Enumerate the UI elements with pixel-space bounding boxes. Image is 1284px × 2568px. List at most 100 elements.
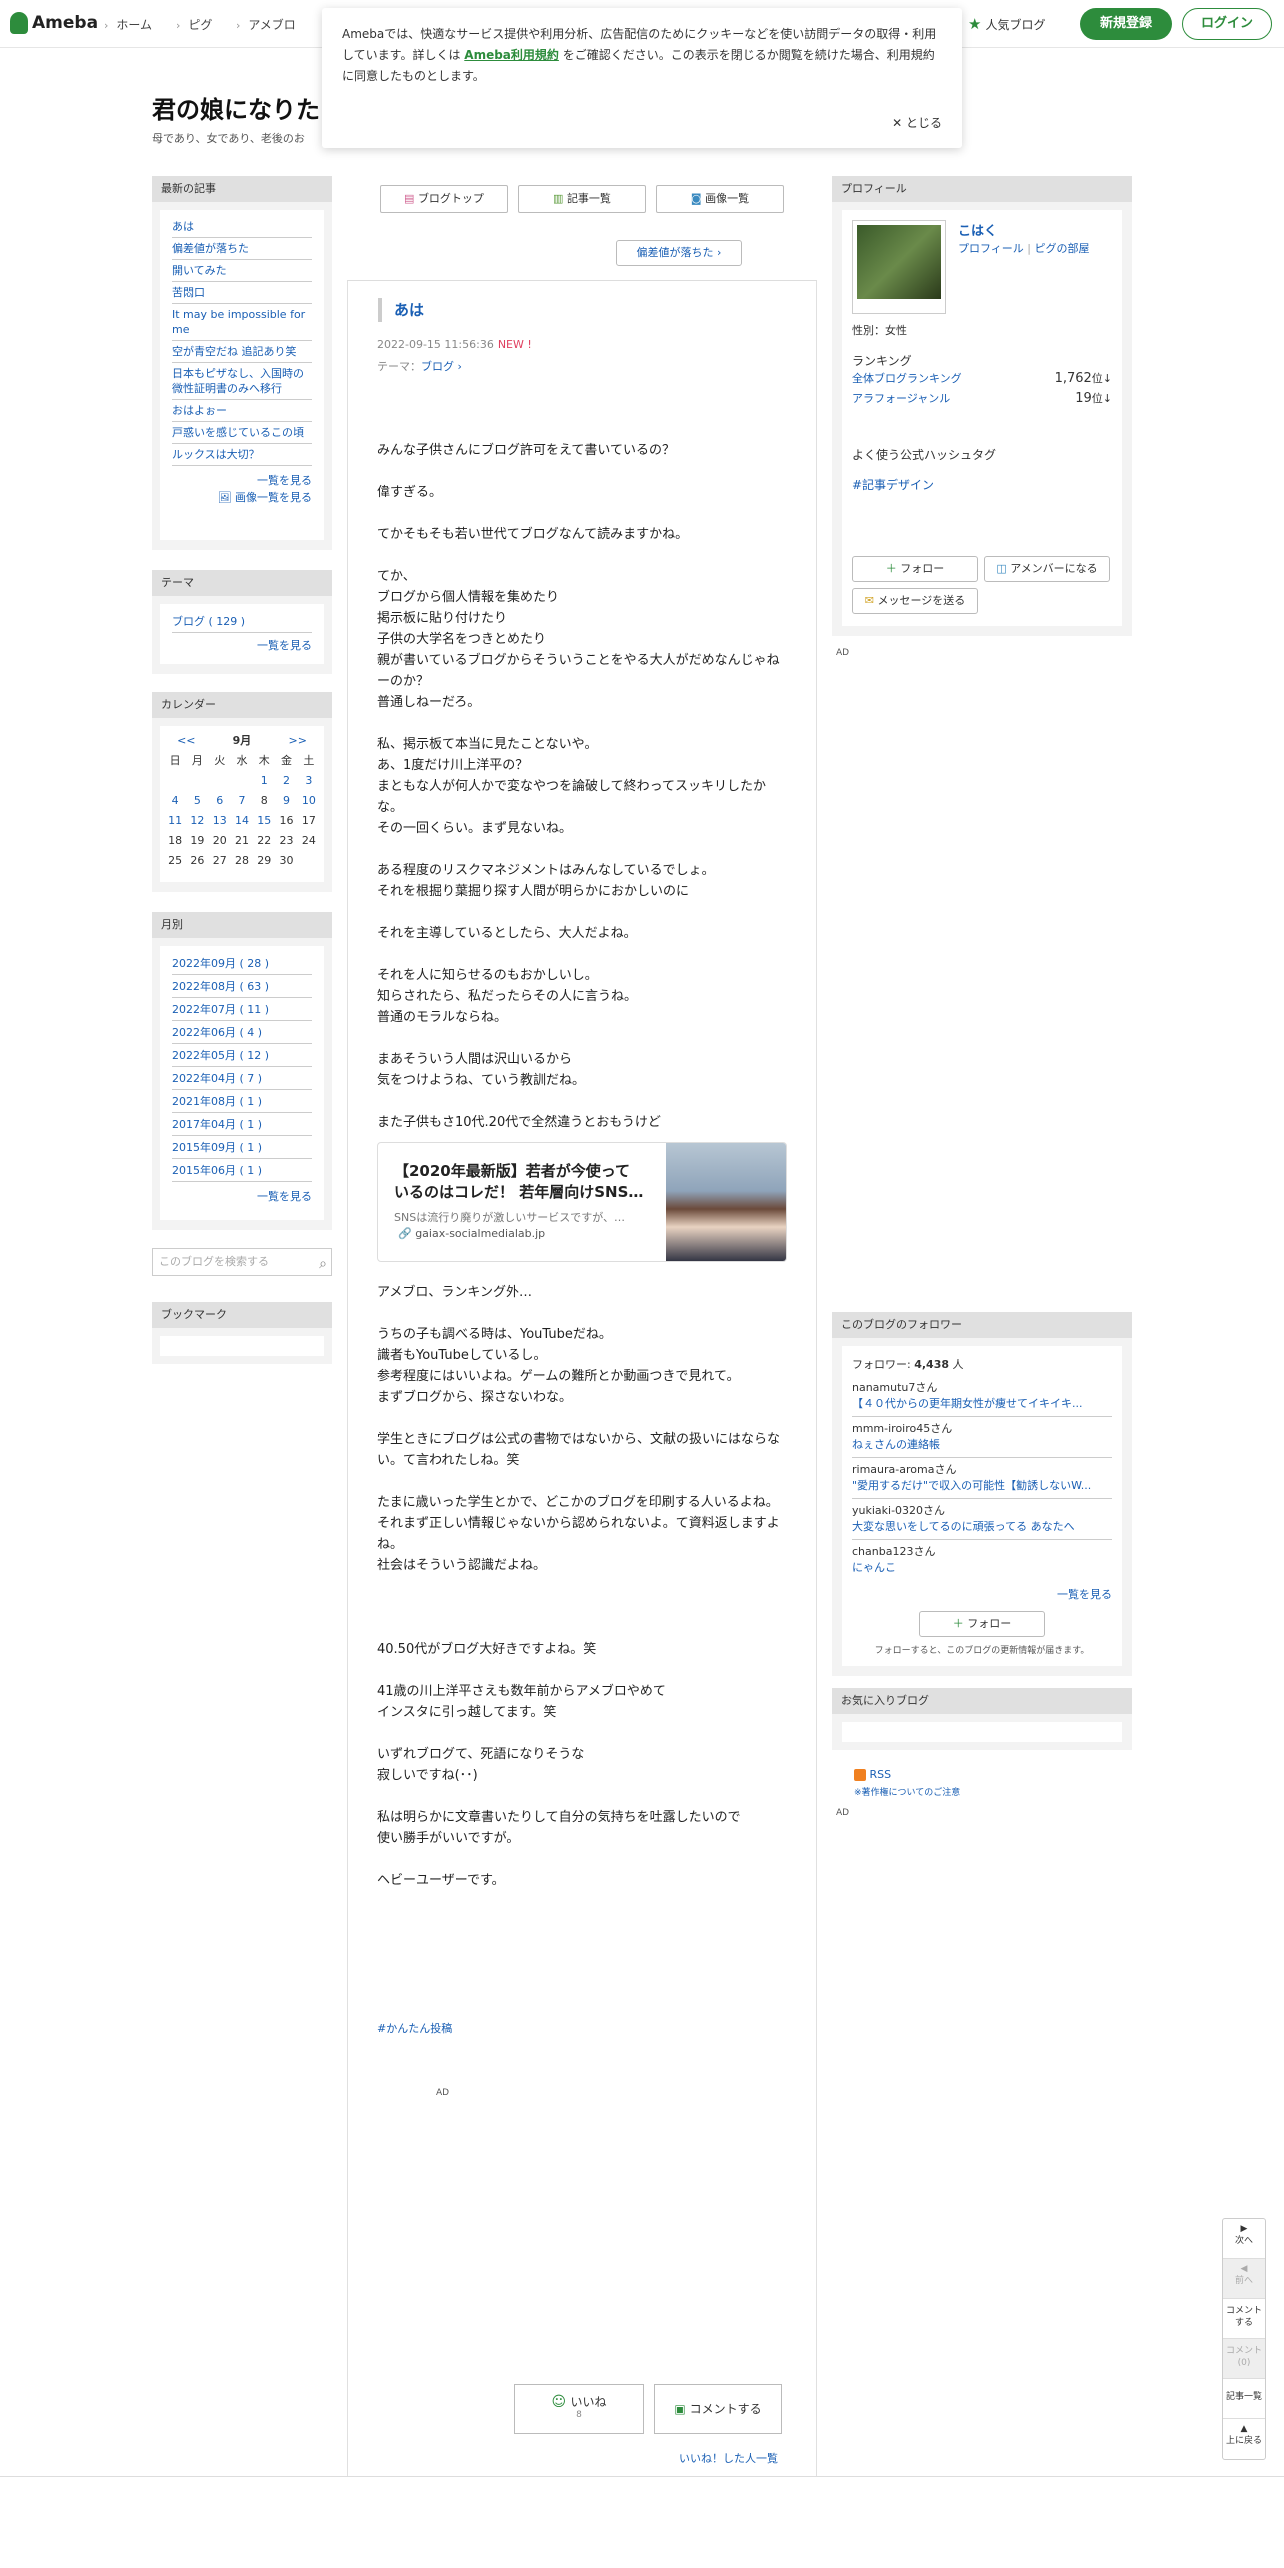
cookie-close-button[interactable]: ✕ とじる bbox=[892, 113, 942, 134]
entry-paragraph: たまに歳いった学生とかで、どこかのブログを印刷する人いるよね。 それまず正しい情報… bbox=[377, 1492, 787, 1576]
calendar-day[interactable]: 5 bbox=[186, 790, 208, 810]
month-link[interactable]: 2022年09月 ( 28 ) bbox=[172, 952, 312, 975]
terms-link[interactable]: Ameba利用規約 bbox=[464, 48, 559, 62]
calendar-day[interactable]: 4 bbox=[164, 790, 186, 810]
calendar-day[interactable]: 3 bbox=[298, 770, 320, 790]
calendar-day[interactable]: 7 bbox=[231, 790, 253, 810]
comments-button[interactable]: コメント(0) bbox=[1223, 2339, 1265, 2379]
month-link[interactable]: 2022年06月 ( 4 ) bbox=[172, 1021, 312, 1044]
month-link[interactable]: 2022年08月 ( 63 ) bbox=[172, 975, 312, 998]
follower-item[interactable]: yukiaki-0320さん 大変な思いをしてるのに頑張ってる あなたへ bbox=[852, 1499, 1112, 1540]
calendar-day[interactable]: 11 bbox=[164, 810, 186, 830]
images-more-link[interactable]: 🖼 画像一覧を見る bbox=[172, 489, 312, 506]
calendar-day[interactable]: 10 bbox=[298, 790, 320, 810]
article-list-button[interactable]: 記事一覧 bbox=[1223, 2379, 1265, 2419]
member-button[interactable]: ◫ アメンバーになる bbox=[984, 556, 1110, 582]
theme-link[interactable]: ブログ ( 129 ) bbox=[172, 610, 312, 633]
follow-button[interactable]: ＋ フォロー bbox=[852, 556, 978, 582]
theme-more-link[interactable]: 一覧を見る bbox=[172, 637, 312, 654]
blog-search-input[interactable]: このブログを検索する ⌕ bbox=[152, 1248, 332, 1276]
ameba-logo[interactable]: Ameba bbox=[10, 12, 98, 34]
nav-pigg[interactable]: › ピグ bbox=[176, 16, 212, 33]
follower-blog[interactable]: ねぇさんの連絡帳 bbox=[852, 1437, 1112, 1453]
month-link[interactable]: 2017年04月 ( 1 ) bbox=[172, 1113, 312, 1136]
article-link[interactable]: 苦悶口 bbox=[172, 282, 312, 304]
calendar-day[interactable]: 13 bbox=[209, 810, 231, 830]
follow-button-2[interactable]: ＋ フォロー bbox=[919, 1611, 1045, 1637]
avatar[interactable] bbox=[852, 220, 946, 314]
follower-blog[interactable]: 【４０代からの更年期女性が痩せてイキイキ... bbox=[852, 1396, 1112, 1412]
ad-label: AD bbox=[836, 648, 850, 658]
article-link[interactable]: 戸惑いを感じているこの頃 bbox=[172, 422, 312, 444]
calendar-day[interactable]: 14 bbox=[231, 810, 253, 830]
prev-article-button[interactable]: 偏差値が落ちた › bbox=[616, 240, 742, 266]
calendar-next-link[interactable]: >> bbox=[275, 730, 320, 750]
official-hashtag-link[interactable]: #記事デザイン bbox=[852, 476, 934, 493]
tab-article-list[interactable]: ▥ 記事一覧 bbox=[518, 185, 646, 213]
month-link[interactable]: 2022年07月 ( 11 ) bbox=[172, 998, 312, 1021]
prev-button[interactable]: ◀ 前へ bbox=[1223, 2259, 1265, 2299]
article-link[interactable]: 開いてみた bbox=[172, 260, 312, 282]
profile-name[interactable]: こはく bbox=[958, 220, 997, 239]
nav-home[interactable]: › ホーム bbox=[104, 16, 152, 33]
calendar-day[interactable]: 1 bbox=[253, 770, 275, 790]
message-button[interactable]: ✉ メッセージを送る bbox=[852, 588, 978, 614]
follower-item[interactable]: mmm-iroiro45さん ねぇさんの連絡帳 bbox=[852, 1417, 1112, 1458]
calendar-day[interactable]: 2 bbox=[275, 770, 297, 790]
rss-link[interactable]: RSS bbox=[854, 1768, 891, 1781]
month-link[interactable]: 2022年04月 ( 7 ) bbox=[172, 1067, 312, 1090]
register-button[interactable]: 新規登録 bbox=[1080, 8, 1172, 40]
list-icon: ▥ bbox=[553, 192, 567, 205]
link-card[interactable]: 【2020年最新版】若者が今使っているのはコレだ！ 若年層向けSNS… SNSは… bbox=[377, 1142, 787, 1262]
calendar-day: 8 bbox=[260, 793, 268, 807]
calendar-day[interactable]: 6 bbox=[209, 790, 231, 810]
calendar-day[interactable]: 9 bbox=[275, 790, 297, 810]
ranking-genre-link[interactable]: アラフォージャンル bbox=[852, 392, 950, 405]
theme-link[interactable]: ブログ bbox=[421, 360, 454, 373]
tab-blog-top[interactable]: ▤ ブログトップ bbox=[380, 185, 508, 213]
month-link[interactable]: 2022年05月 ( 12 ) bbox=[172, 1044, 312, 1067]
back-to-top-button[interactable]: ▲ 上に戻る bbox=[1223, 2419, 1265, 2459]
article-link[interactable]: あは bbox=[172, 216, 312, 238]
like-button[interactable]: ☺ いいね 8 bbox=[514, 2384, 644, 2434]
blog-title[interactable]: 君の娘になりた bbox=[152, 90, 320, 125]
tab-image-list[interactable]: ◙ 画像一覧 bbox=[656, 185, 784, 213]
month-link[interactable]: 2021年08月 ( 1 ) bbox=[172, 1090, 312, 1113]
profile-link[interactable]: プロフィール bbox=[958, 242, 1024, 255]
article-link[interactable]: ルックスは大切？ bbox=[172, 444, 312, 466]
nav-ameblo[interactable]: › アメブロ bbox=[236, 16, 296, 33]
month-link[interactable]: 2015年09月 ( 1 ) bbox=[172, 1136, 312, 1159]
article-link[interactable]: It may be impossible for me bbox=[172, 304, 312, 341]
search-icon[interactable]: ⌕ bbox=[319, 1251, 327, 1277]
login-button[interactable]: ログイン bbox=[1182, 8, 1272, 40]
calendar-day[interactable]: 15 bbox=[253, 810, 275, 830]
follower-item[interactable]: chanba123さん にゃんこ bbox=[852, 1540, 1112, 1580]
calendar-day[interactable]: 12 bbox=[186, 810, 208, 830]
articles-more-link[interactable]: 一覧を見る bbox=[172, 472, 312, 489]
article-link[interactable]: 空が青空だね 追記あり笑 bbox=[172, 341, 312, 363]
logo-text: Ameba bbox=[32, 13, 99, 33]
liked-users-link[interactable]: いいね！した人一覧 bbox=[679, 2450, 778, 2466]
write-comment-button[interactable]: コメントする bbox=[1223, 2299, 1265, 2339]
article-link[interactable]: おはよぉー bbox=[172, 400, 312, 422]
followers-more-link[interactable]: 一覧を見る bbox=[852, 1586, 1112, 1603]
follower-blog[interactable]: 大変な思いをしてるのに頑張ってる あなたへ bbox=[852, 1519, 1112, 1535]
follower-blog[interactable]: "愛用するだけ"で収入の可能性【勧誘しないW... bbox=[852, 1478, 1112, 1494]
follower-item[interactable]: rimaura-aromaさん "愛用するだけ"で収入の可能性【勧誘しないW... bbox=[852, 1458, 1112, 1499]
follower-item[interactable]: nanamutu7さん 【４０代からの更年期女性が痩せてイキイキ... bbox=[852, 1376, 1112, 1417]
comment-button[interactable]: ▣ コメントする bbox=[654, 2384, 782, 2434]
entry-title[interactable]: あは bbox=[378, 298, 424, 322]
ranking-overall-link[interactable]: 全体ブログランキング bbox=[852, 372, 962, 385]
follower-blog[interactable]: にゃんこ bbox=[852, 1560, 1112, 1576]
popular-blog-link[interactable]: ★ 人気ブログ bbox=[968, 15, 1045, 33]
pig-room-link[interactable]: ピグの部屋 bbox=[1034, 242, 1089, 255]
article-link[interactable]: 日本もピザなし、入国時の微性証明書のみへ移行 bbox=[172, 363, 312, 400]
entry-line: ヘビーユーザーです。 bbox=[377, 1873, 505, 1888]
article-link[interactable]: 偏差値が落ちた bbox=[172, 238, 312, 260]
copyright-link[interactable]: ※著作権についてのご注意 bbox=[854, 1785, 960, 1798]
calendar-prev-link[interactable]: << bbox=[164, 730, 209, 750]
month-link[interactable]: 2015年06月 ( 1 ) bbox=[172, 1159, 312, 1182]
monthly-more-link[interactable]: 一覧を見る bbox=[172, 1188, 312, 1205]
entry-hashtag[interactable]: #かんたん投稿 bbox=[377, 2020, 452, 2036]
next-button[interactable]: ▶ 次へ bbox=[1223, 2219, 1265, 2259]
